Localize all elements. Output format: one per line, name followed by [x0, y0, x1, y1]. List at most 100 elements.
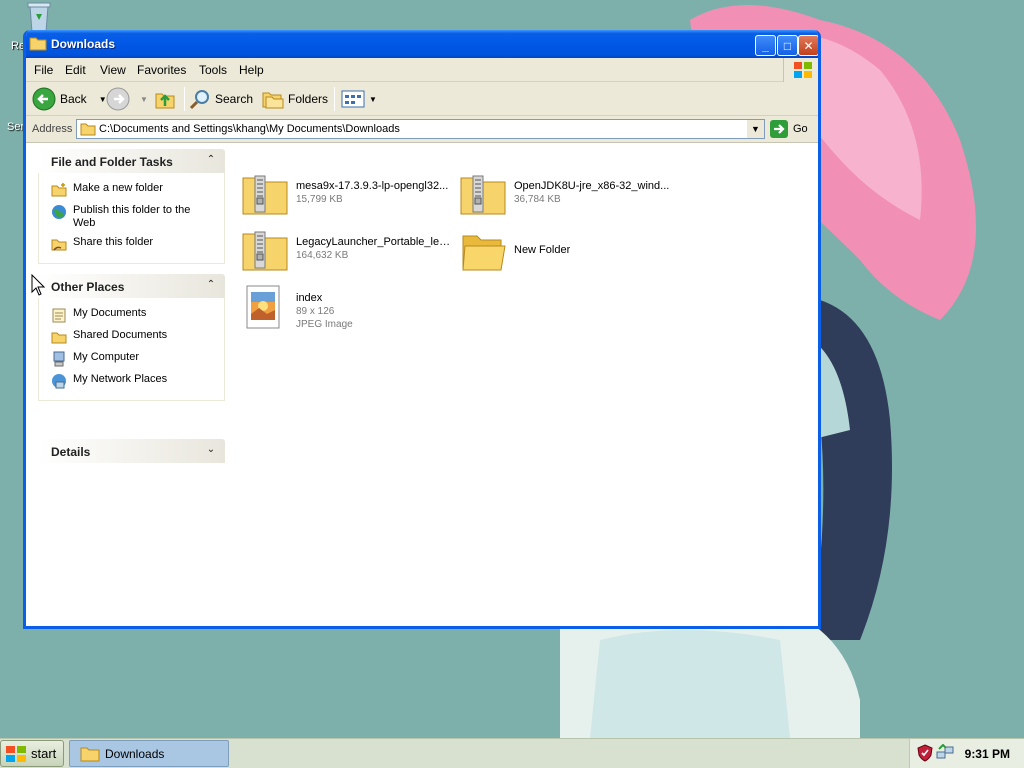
globe-icon — [52, 205, 66, 219]
close-button[interactable]: ✕ — [798, 35, 818, 56]
taskbar-window-button[interactable]: Downloads — [69, 740, 229, 767]
forward-dropdown-icon[interactable]: ▼ — [140, 95, 148, 104]
file-item[interactable]: LegacyLauncher_Portable_leg... 164,632 K… — [241, 228, 456, 278]
toolbar: Back ▼ ▼ Search Folders ▼ — [26, 82, 818, 116]
start-button[interactable]: start — [0, 740, 64, 767]
search-button[interactable]: Search — [189, 85, 253, 113]
explorer-window: Downloads _ □ ✕ File Edit View Favorites… — [23, 30, 821, 629]
security-shield-icon[interactable] — [916, 744, 934, 762]
menu-bar: File Edit View Favorites Tools Help — [26, 58, 818, 82]
task-publish-web[interactable]: Publish this folder to the Web — [39, 201, 224, 233]
menu-view[interactable]: View — [100, 63, 126, 77]
shared-folder-icon — [51, 332, 67, 344]
folders-label: Folders — [288, 92, 329, 106]
network-places-icon — [52, 374, 66, 389]
up-folder-icon — [155, 93, 175, 109]
task-pane: File and Folder Tasks ⌃ Make a new folde… — [26, 144, 236, 626]
panel-header[interactable]: Other Places ⌃ — [38, 274, 225, 298]
file-item[interactable]: mesa9x-17.3.9.3-lp-opengl32... 15,799 KB — [241, 172, 456, 222]
folder-icon — [80, 747, 100, 761]
file-item[interactable]: New Folder — [459, 228, 674, 278]
address-dropdown-button[interactable]: ▼ — [747, 120, 764, 138]
taskbar-window-label: Downloads — [105, 746, 165, 761]
file-size: 15,799 KB — [296, 194, 343, 205]
image-dimensions: 89 x 126 — [296, 306, 335, 317]
start-label: start — [31, 746, 57, 761]
place-my-computer[interactable]: My Computer — [39, 348, 224, 370]
windows-logo-icon — [783, 58, 818, 82]
back-button[interactable]: Back ▼ — [32, 85, 107, 113]
search-label: Search — [215, 92, 254, 106]
task-label: Publish this folder to the Web — [73, 204, 191, 229]
back-label: Back — [60, 92, 87, 106]
address-label: Address — [32, 123, 73, 135]
menu-file[interactable]: File — [34, 63, 53, 77]
toolbar-separator — [184, 87, 185, 111]
my-computer-icon — [53, 351, 65, 367]
zip-folder-icon — [242, 231, 288, 271]
place-shared-documents[interactable]: Shared Documents — [39, 326, 224, 348]
file-type: JPEG Image — [296, 319, 353, 330]
file-name: OpenJDK8U-jre_x86-32_wind... — [514, 180, 670, 192]
views-dropdown-icon: ▼ — [369, 94, 377, 104]
file-item[interactable]: OpenJDK8U-jre_x86-32_wind... 36,784 KB — [459, 172, 674, 222]
mouse-cursor-icon — [31, 274, 45, 296]
task-make-new-folder[interactable]: Make a new folder — [39, 179, 224, 201]
task-share-folder[interactable]: Share this folder — [39, 233, 224, 255]
go-label: Go — [793, 123, 808, 135]
zip-folder-icon — [242, 175, 288, 215]
views-button[interactable]: ▼ — [341, 85, 377, 113]
other-places-panel: Other Places ⌃ My Documents Shared Docum… — [38, 274, 225, 401]
menu-tools[interactable]: Tools — [199, 63, 227, 77]
go-arrow-icon — [770, 120, 788, 138]
toolbar-separator — [334, 87, 335, 111]
panel-header[interactable]: File and Folder Tasks ⌃ — [38, 149, 225, 173]
address-input[interactable]: C:\Documents and Settings\khang\My Docum… — [76, 119, 765, 139]
place-my-network-places[interactable]: My Network Places — [39, 370, 224, 392]
expand-chevron-icon[interactable]: ⌄ — [204, 444, 218, 458]
file-name: index — [296, 292, 323, 304]
collapse-chevron-icon[interactable]: ⌃ — [204, 154, 218, 168]
place-my-documents[interactable]: My Documents — [39, 304, 224, 326]
clock[interactable]: 9:31 PM — [965, 747, 1010, 761]
file-list: mesa9x-17.3.9.3-lp-opengl32... 15,799 KB… — [236, 144, 818, 626]
file-item[interactable]: index 89 x 126 JPEG Image — [241, 284, 456, 344]
place-label: Shared Documents — [73, 329, 168, 341]
recycle-bin-icon[interactable] — [22, 0, 56, 34]
title-bar[interactable]: Downloads _ □ ✕ — [26, 30, 818, 58]
forward-button[interactable]: ▼ — [106, 85, 148, 113]
details-panel: Details ⌄ — [38, 439, 225, 463]
minimize-button[interactable]: _ — [755, 35, 776, 56]
place-label: My Network Places — [73, 373, 168, 385]
zip-folder-icon — [460, 175, 506, 215]
menu-edit[interactable]: Edit — [65, 63, 86, 77]
folder-icon — [462, 235, 506, 271]
maximize-button[interactable]: □ — [777, 35, 798, 56]
jpeg-image-icon — [246, 285, 280, 329]
my-documents-icon — [52, 308, 66, 323]
network-icon[interactable] — [936, 744, 954, 762]
forward-arrow-icon — [106, 87, 130, 111]
panel-header[interactable]: Details ⌄ — [38, 439, 225, 463]
file-name: mesa9x-17.3.9.3-lp-opengl32... — [296, 180, 449, 192]
close-icon: ✕ — [803, 38, 814, 53]
file-name: New Folder — [514, 244, 571, 256]
search-icon — [189, 90, 209, 110]
back-arrow-icon — [32, 87, 56, 111]
task-label: Make a new folder — [73, 182, 163, 194]
maximize-icon: □ — [783, 38, 792, 53]
menu-help[interactable]: Help — [239, 63, 264, 77]
address-bar: Address C:\Documents and Settings\khang\… — [26, 116, 818, 143]
file-folder-tasks-panel: File and Folder Tasks ⌃ Make a new folde… — [38, 149, 225, 264]
folders-button[interactable]: Folders — [262, 85, 328, 113]
up-folder-button[interactable] — [154, 85, 176, 113]
system-tray: 9:31 PM — [909, 739, 1024, 768]
file-size: 36,784 KB — [514, 194, 561, 205]
menu-favorites[interactable]: Favorites — [137, 63, 186, 77]
panel-title: Details — [51, 445, 91, 459]
file-name: LegacyLauncher_Portable_leg... — [296, 236, 454, 248]
place-label: My Computer — [73, 351, 140, 363]
collapse-chevron-icon[interactable]: ⌃ — [204, 279, 218, 293]
desktop-icon-label[interactable]: Ser — [7, 121, 24, 133]
go-button[interactable]: Go — [769, 119, 808, 139]
